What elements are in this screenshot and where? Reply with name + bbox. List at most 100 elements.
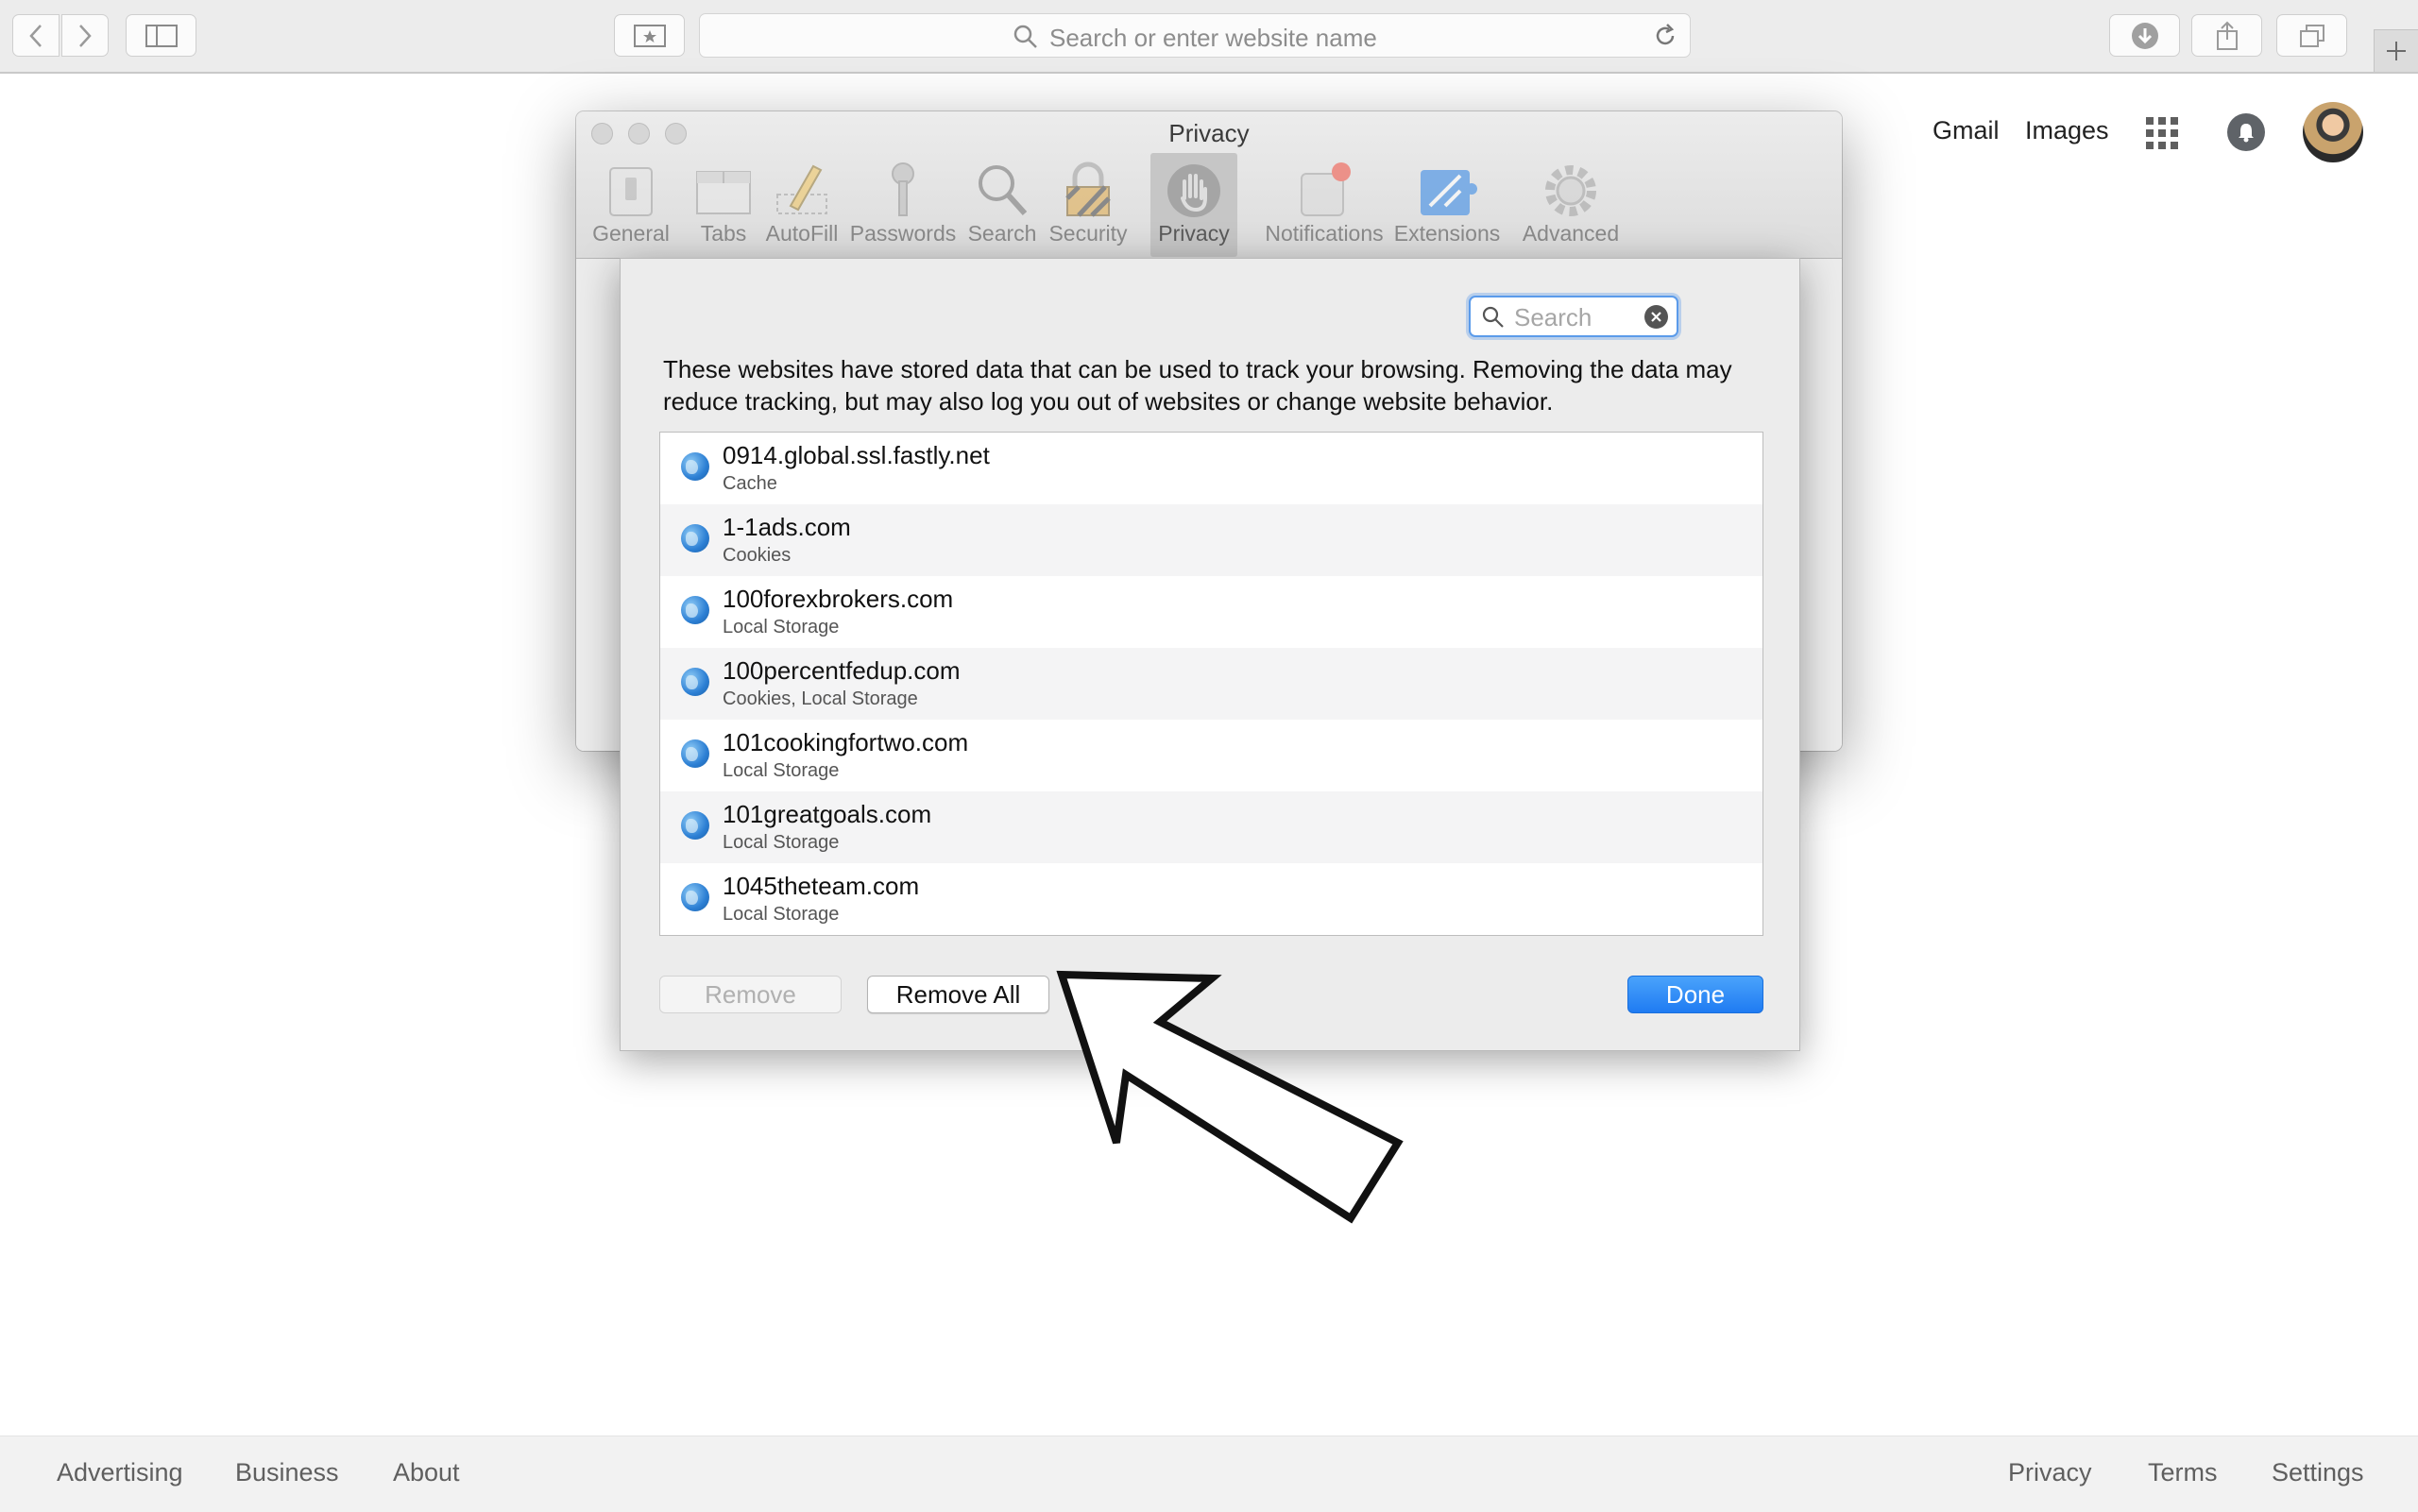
pref-tab-label: Search bbox=[967, 221, 1037, 246]
search-magnifier-icon bbox=[979, 165, 1028, 216]
downloads-button[interactable] bbox=[2109, 14, 2180, 57]
top-sites-button[interactable] bbox=[614, 14, 685, 57]
forward-icon bbox=[79, 24, 92, 47]
top-sites-icon bbox=[633, 24, 666, 47]
site-name: 101greatgoals.com bbox=[723, 800, 932, 828]
list-item[interactable]: 100forexbrokers.com Local Storage bbox=[660, 576, 1762, 648]
website-data-list[interactable]: 0914.global.ssl.fastly.net Cache 1-1ads.… bbox=[659, 432, 1763, 936]
list-item[interactable]: 100percentfedup.com Cookies, Local Stora… bbox=[660, 648, 1762, 720]
remove-button[interactable]: Remove bbox=[659, 976, 842, 1013]
site-name: 0914.global.ssl.fastly.net bbox=[723, 441, 990, 469]
gmail-link[interactable]: Gmail bbox=[1933, 116, 2000, 145]
notifications-bell-icon[interactable] bbox=[2227, 113, 2265, 151]
pref-tab-label: Advanced bbox=[1522, 221, 1620, 246]
list-item[interactable]: 0914.global.ssl.fastly.net Cache bbox=[660, 433, 1762, 504]
pref-tab-label: AutoFill bbox=[765, 221, 839, 246]
search-icon bbox=[1482, 306, 1504, 328]
security-lock-icon bbox=[1065, 161, 1111, 217]
address-bar[interactable]: Search or enter website name bbox=[699, 13, 1691, 58]
website-data-description: These websites have stored data that can… bbox=[663, 355, 1732, 416]
pref-tab-tabs[interactable]: Tabs bbox=[686, 153, 761, 257]
footer-settings-link[interactable]: Settings bbox=[2272, 1458, 2364, 1487]
footer-advertising-link[interactable]: Advertising bbox=[57, 1458, 183, 1487]
pref-tab-label: Tabs bbox=[700, 221, 747, 246]
list-item[interactable]: 1-1ads.com Cookies bbox=[660, 504, 1762, 576]
passwords-key-icon bbox=[892, 162, 914, 216]
pref-tab-label: General bbox=[592, 221, 670, 246]
general-icon bbox=[609, 167, 653, 216]
site-data-type: Local Storage bbox=[723, 832, 840, 853]
autofill-icon bbox=[776, 164, 827, 214]
downloads-icon bbox=[2131, 22, 2158, 49]
site-data-type: Cookies bbox=[723, 545, 792, 566]
notifications-icon bbox=[1301, 162, 1351, 216]
globe-icon bbox=[681, 596, 709, 624]
images-link[interactable]: Images bbox=[2025, 116, 2109, 145]
pref-tab-general[interactable]: General bbox=[576, 153, 686, 257]
account-avatar[interactable] bbox=[2303, 102, 2363, 162]
website-search-input[interactable] bbox=[1512, 301, 1639, 333]
globe-icon bbox=[681, 524, 709, 552]
forward-button[interactable] bbox=[61, 14, 109, 57]
footer-about-link[interactable]: About bbox=[393, 1458, 460, 1487]
site-name: 1-1ads.com bbox=[723, 513, 851, 541]
list-item[interactable]: 1045theteam.com Local Storage bbox=[660, 863, 1762, 935]
pref-tab-label: Extensions bbox=[1393, 221, 1501, 246]
back-button[interactable] bbox=[12, 14, 60, 57]
tabs-icon bbox=[2299, 24, 2324, 47]
sidebar-icon bbox=[145, 24, 178, 47]
pref-tab-label: Privacy bbox=[1158, 221, 1230, 246]
search-icon bbox=[1013, 25, 1037, 48]
sidebar-button[interactable] bbox=[126, 14, 196, 57]
footer-terms-link[interactable]: Terms bbox=[2148, 1458, 2218, 1487]
site-data-type: Local Storage bbox=[723, 760, 840, 781]
pref-tab-advanced[interactable]: Advanced bbox=[1509, 153, 1632, 257]
clear-search-icon[interactable] bbox=[1644, 305, 1668, 329]
pref-tab-label: Security bbox=[1048, 221, 1128, 246]
pref-tab-autofill[interactable]: AutoFill bbox=[756, 153, 848, 257]
website-search-field[interactable] bbox=[1469, 296, 1678, 337]
globe-icon bbox=[681, 668, 709, 696]
advanced-gear-icon bbox=[1545, 165, 1596, 216]
site-name: 1045theteam.com bbox=[723, 872, 920, 900]
site-data-type: Local Storage bbox=[723, 904, 840, 925]
preferences-toolbar: Privacy General Tabs AutoFill Passwords … bbox=[576, 111, 1842, 259]
privacy-hand-icon bbox=[1167, 164, 1220, 217]
apps-grid-icon[interactable] bbox=[2146, 117, 2178, 149]
site-name: 100forexbrokers.com bbox=[723, 585, 954, 613]
globe-icon bbox=[681, 739, 709, 768]
pref-tab-passwords[interactable]: Passwords bbox=[846, 153, 960, 257]
pref-tab-label: Passwords bbox=[849, 221, 957, 246]
list-item[interactable]: 101greatgoals.com Local Storage bbox=[660, 791, 1762, 863]
site-data-type: Cache bbox=[723, 473, 777, 494]
remove-all-button[interactable]: Remove All bbox=[867, 976, 1049, 1013]
pref-tab-notifications[interactable]: Notifications bbox=[1243, 153, 1405, 257]
back-icon bbox=[29, 24, 42, 47]
pref-tab-security[interactable]: Security bbox=[1045, 153, 1132, 257]
site-data-type: Cookies, Local Storage bbox=[723, 688, 918, 709]
footer-business-link[interactable]: Business bbox=[235, 1458, 339, 1487]
pref-tab-privacy[interactable]: Privacy bbox=[1150, 153, 1237, 257]
share-icon bbox=[2216, 21, 2238, 50]
site-data-type: Local Storage bbox=[723, 617, 840, 637]
share-button[interactable] bbox=[2191, 14, 2262, 57]
globe-icon bbox=[681, 811, 709, 840]
tabs-icon bbox=[696, 171, 751, 214]
reload-icon[interactable] bbox=[1652, 23, 1678, 49]
show-tabs-button[interactable] bbox=[2276, 14, 2347, 57]
new-tab-icon bbox=[2387, 42, 2406, 60]
preferences-title: Privacy bbox=[1168, 119, 1250, 147]
list-item[interactable]: 101cookingfortwo.com Local Storage bbox=[660, 720, 1762, 791]
extensions-icon bbox=[1421, 170, 1477, 215]
site-name: 101cookingfortwo.com bbox=[723, 728, 969, 756]
new-tab-button[interactable] bbox=[2374, 29, 2418, 72]
annotation-arrow-icon bbox=[1056, 970, 1404, 1224]
globe-icon bbox=[681, 452, 709, 481]
address-placeholder: Search or enter website name bbox=[1049, 24, 1377, 52]
browser-toolbar: Search or enter website name bbox=[0, 0, 2418, 74]
pref-tab-search[interactable]: Search bbox=[962, 153, 1043, 257]
website-data-sheet: These websites have stored data that can… bbox=[620, 258, 1800, 1051]
done-button[interactable]: Done bbox=[1627, 976, 1763, 1013]
pref-tab-extensions[interactable]: Extensions bbox=[1383, 153, 1511, 257]
footer-privacy-link[interactable]: Privacy bbox=[2008, 1458, 2092, 1487]
